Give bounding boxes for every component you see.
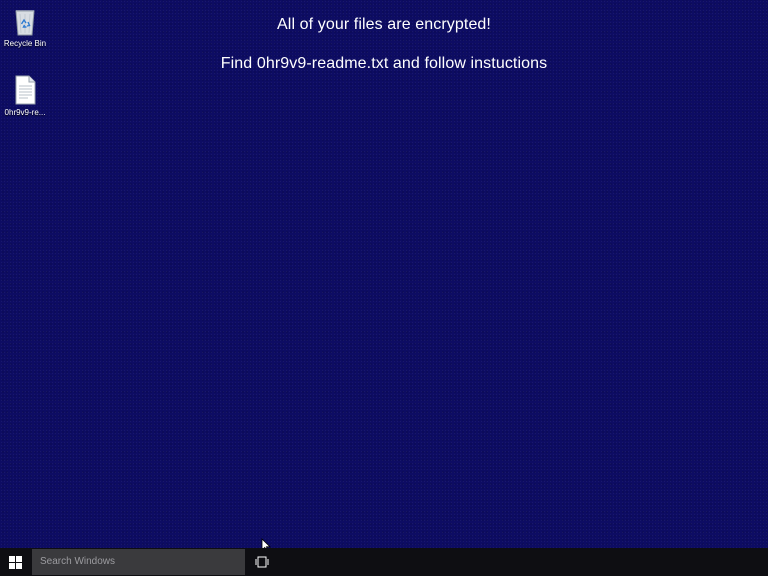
recycle-bin-icon (15, 10, 35, 36)
desktop-icon-label: Recycle Bin (3, 39, 47, 48)
search-windows-input[interactable] (32, 549, 245, 575)
text-file-icon (15, 75, 36, 105)
windows-logo-icon (9, 556, 22, 569)
desktop-icon-recycle-bin[interactable]: Recycle Bin (0, 5, 55, 49)
desktop-icon-readme-file[interactable]: 0hr9v9-re... (0, 74, 55, 118)
start-button[interactable] (0, 548, 32, 576)
task-view-button[interactable] (251, 548, 273, 576)
task-view-icon (255, 556, 269, 568)
ransom-message-instructions: Find 0hr9v9-readme.txt and follow instuc… (220, 55, 548, 72)
desktop-icon-label: 0hr9v9-re... (4, 108, 46, 117)
ransom-message-heading: All of your files are encrypted! (277, 16, 491, 33)
taskbar (0, 548, 768, 576)
desktop: All of your files are encrypted! Find 0h… (0, 0, 768, 553)
